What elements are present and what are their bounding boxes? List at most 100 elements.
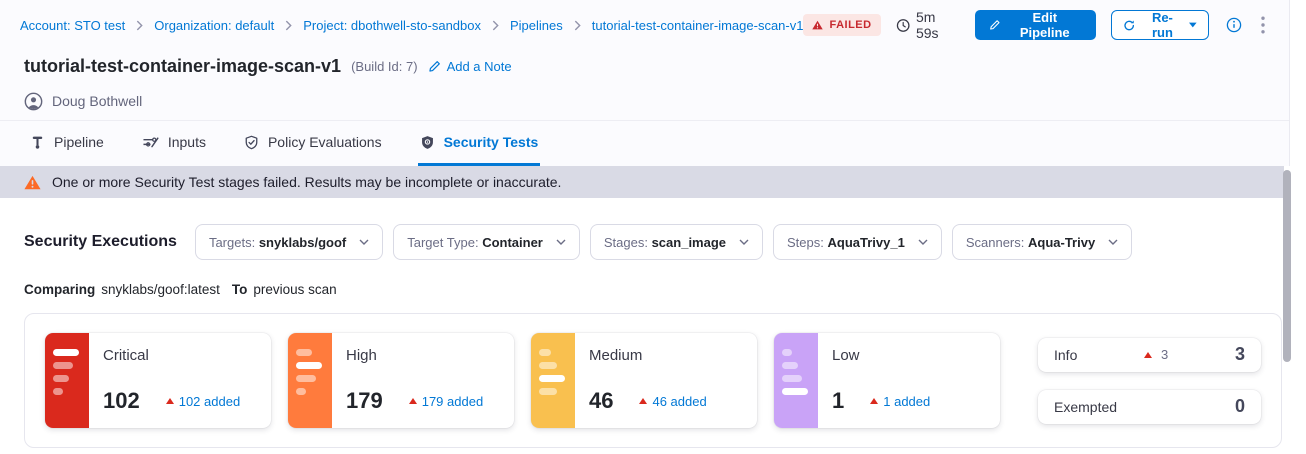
severity-label: Critical [103,347,261,364]
caret-down-icon [1189,22,1197,28]
comparing-target: snyklabs/goof:latest [101,282,220,297]
filter-label: Stages: [604,235,648,250]
add-note-label: Add a Note [447,59,512,74]
tab-label: Security Tests [444,134,539,150]
header-area: Account: STO test Organization: default … [0,0,1290,166]
target-type-filter-dropdown[interactable]: Target Type: Container [393,224,580,260]
filter-value: AquaTrivy_1 [828,235,905,250]
severity-delta-label: 1 added [883,394,930,409]
comparing-to-label: To [232,282,248,297]
comparing-line: Comparing snyklabs/goof:latest To previo… [24,282,1282,297]
triangle-up-icon [166,398,174,404]
more-options-menu-icon[interactable] [1259,14,1267,36]
filter-label: Scanners: [966,235,1025,250]
targets-filter-dropdown[interactable]: Targets: snyklabs/goof [195,224,383,260]
clock-icon [896,18,910,33]
filter-label: Targets: [209,235,255,250]
severity-delta: 46 added [639,394,706,409]
chevron-down-icon [359,239,369,245]
breadcrumb-project[interactable]: Project: dbothwell-sto-sandbox [303,18,481,33]
section-heading: Security Executions [24,233,177,251]
exempted-count: 0 [1235,396,1245,417]
pencil-icon [428,60,441,73]
severity-bars-icon [774,333,818,428]
filter-value: Aqua-Trivy [1028,235,1095,250]
info-exempted-stack: Info 3 3 Exempted 0 [1038,333,1261,428]
critical-severity-card[interactable]: Critical 102 102 added [45,333,271,428]
tab-label: Policy Evaluations [268,134,382,150]
severity-count: 1 [832,388,844,414]
chevron-down-icon [556,239,566,245]
exempted-card[interactable]: Exempted 0 [1038,390,1261,424]
user-name: Doug Bothwell [52,93,142,109]
chevron-right-icon [574,20,581,31]
breadcrumb-organization[interactable]: Organization: default [154,18,274,33]
chevron-down-icon [918,239,928,245]
severity-bars-icon [531,333,575,428]
filter-value: snyklabs/goof [259,235,346,250]
build-duration: 5m 59s [896,9,960,41]
severity-bars-icon [288,333,332,428]
warning-banner: One or more Security Test stages failed.… [0,166,1284,198]
status-badge-label: FAILED [829,19,871,31]
triangle-up-icon [409,398,417,404]
chevron-down-icon [1108,239,1118,245]
info-card[interactable]: Info 3 3 [1038,338,1261,372]
severity-label: Medium [589,347,747,364]
triangle-up-icon [870,398,878,404]
stages-filter-dropdown[interactable]: Stages: scan_image [590,224,763,260]
low-severity-card[interactable]: Low 1 1 added [774,333,1000,428]
tab-inputs[interactable]: Inputs [140,121,208,166]
medium-severity-card[interactable]: Medium 46 46 added [531,333,757,428]
steps-filter-dropdown[interactable]: Steps: AquaTrivy_1 [773,224,942,260]
rerun-label: Re-run [1142,10,1182,40]
filter-value: scan_image [652,235,726,250]
tab-policy-evaluations[interactable]: Policy Evaluations [242,121,384,166]
info-icon[interactable] [1224,15,1244,35]
triangle-up-icon [639,398,647,404]
duration-label: 5m 59s [916,9,960,41]
sliders-pencil-icon [142,135,159,150]
breadcrumb-pipeline-name[interactable]: tutorial-test-container-image-scan-v1 [592,18,804,33]
filter-label: Steps: [787,235,824,250]
user-avatar-icon [24,92,43,111]
comparing-prefix: Comparing [24,282,95,297]
chevron-right-icon [492,20,499,31]
tab-label: Inputs [168,134,206,150]
severity-delta: 1 added [870,394,930,409]
severity-bars-icon [45,333,89,428]
add-note-link[interactable]: Add a Note [428,59,512,74]
filter-value: Container [482,235,543,250]
breadcrumb: Account: STO test Organization: default … [0,0,1289,50]
severity-label: High [346,347,504,364]
breadcrumb-pipelines[interactable]: Pipelines [510,18,563,33]
comparing-baseline: previous scan [253,282,336,297]
tab-pipeline[interactable]: Pipeline [28,121,106,166]
filter-label: Target Type: [407,235,478,250]
chevron-right-icon [285,20,292,31]
build-id-label: (Build Id: 7) [351,59,417,74]
severity-delta-label: 46 added [652,394,706,409]
severity-count: 46 [589,388,613,414]
vertical-scrollbar-thumb[interactable] [1283,170,1291,362]
info-delta-value: 3 [1161,347,1168,362]
page-title: tutorial-test-container-image-scan-v1 [24,56,341,77]
status-badge: FAILED [803,14,880,36]
rerun-button[interactable]: Re-run [1111,10,1209,40]
refresh-icon [1123,19,1135,32]
edit-pipeline-button[interactable]: Edit Pipeline [975,10,1096,40]
warning-triangle-icon [24,175,41,190]
severity-label: Low [832,347,990,364]
scanners-filter-dropdown[interactable]: Scanners: Aqua-Trivy [952,224,1132,260]
info-label: Info [1054,347,1077,363]
tab-bar: Pipeline Inputs Policy Evaluations Secur… [0,120,1289,166]
severity-delta: 179 added [409,394,483,409]
pipeline-icon [30,135,45,150]
tab-security-tests[interactable]: Security Tests [418,121,541,166]
warning-triangle-icon [812,20,823,30]
severity-delta: 102 added [166,394,240,409]
high-severity-card[interactable]: High 179 179 added [288,333,514,428]
breadcrumb-account[interactable]: Account: STO test [20,18,125,33]
severity-delta-label: 102 added [179,394,240,409]
shield-gear-icon [420,135,435,150]
